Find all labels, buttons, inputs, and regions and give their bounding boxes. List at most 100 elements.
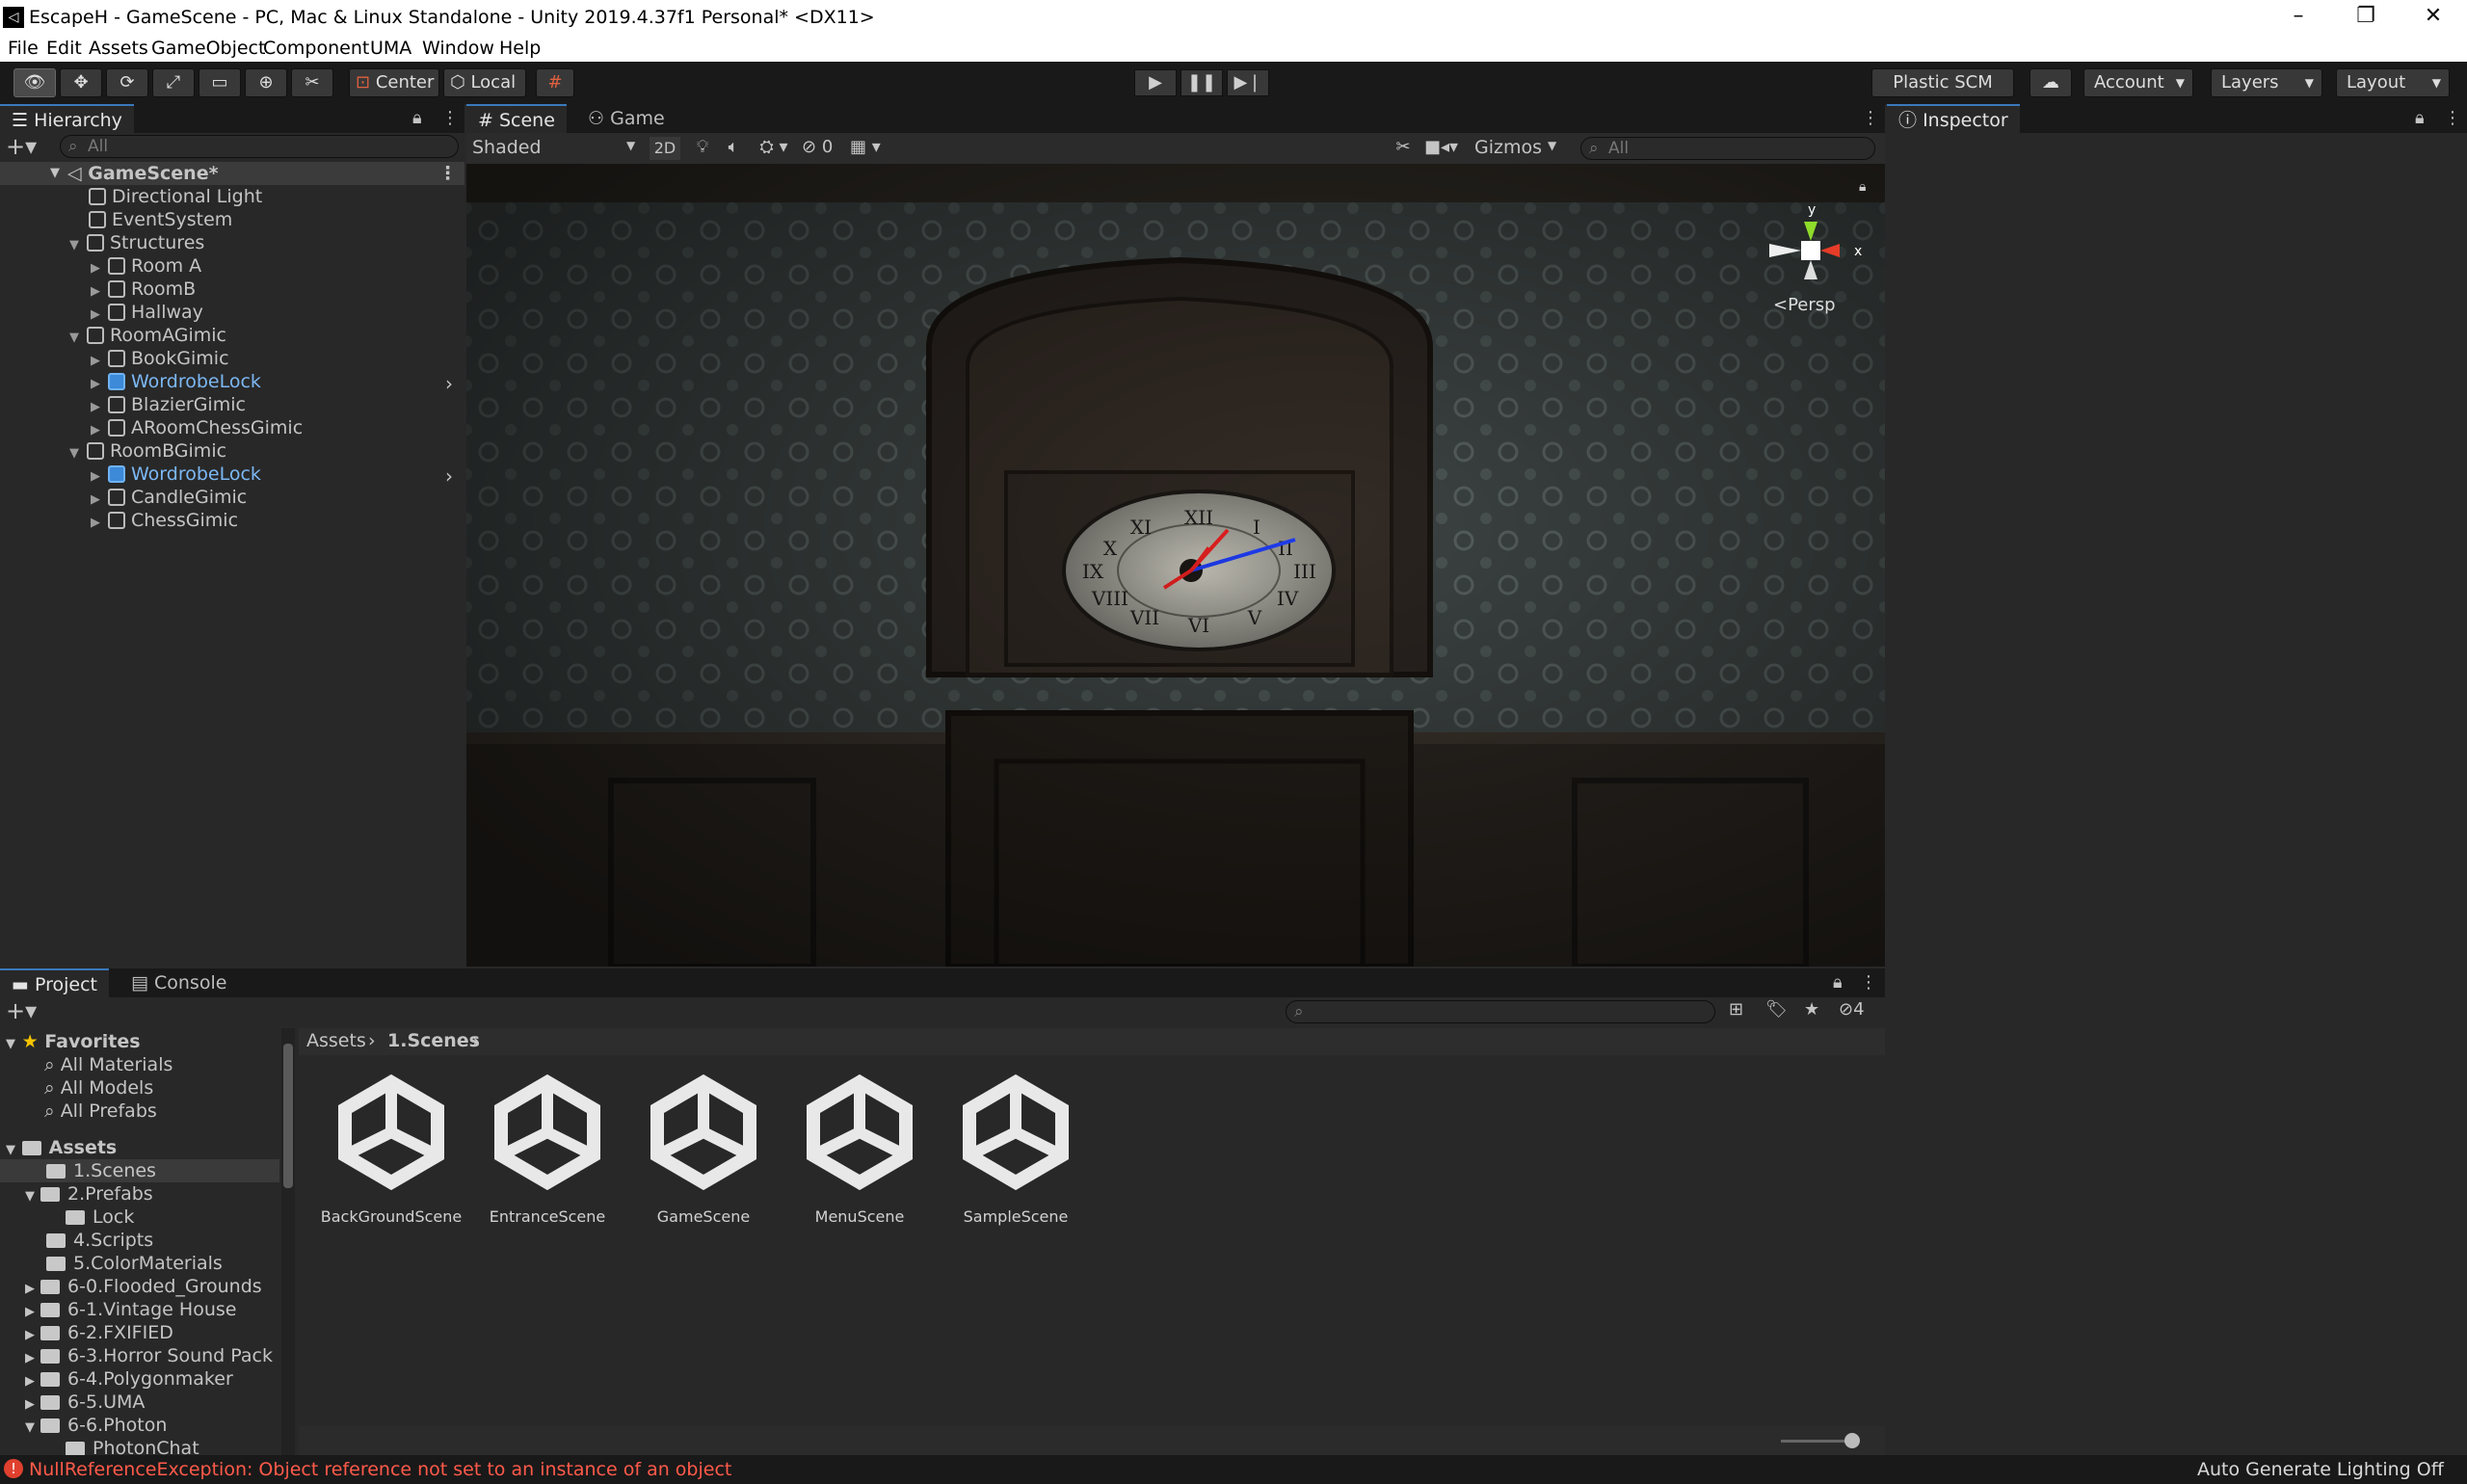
- lighting-toggle-button[interactable]: 💡︎: [688, 137, 717, 160]
- lock-icon[interactable]: 🔒︎: [1859, 179, 1866, 195]
- scale-tool-button[interactable]: ⤢: [152, 68, 195, 97]
- menu-assets[interactable]: Assets: [89, 38, 148, 59]
- gizmos-dropdown[interactable]: Gizmos ▼: [1474, 137, 1571, 160]
- cloud-button[interactable]: ☁: [2029, 68, 2072, 97]
- more-icon[interactable]: ⋮: [2444, 108, 2461, 128]
- folder-row[interactable]: PhotonChat: [66, 1437, 199, 1455]
- tab-hierarchy[interactable]: ☰ Hierarchy: [0, 104, 134, 133]
- breadcrumb-assets[interactable]: Assets: [306, 1030, 366, 1051]
- more-icon[interactable]: ⋮: [438, 162, 457, 185]
- folder-row[interactable]: ▼ 6-6.Photon: [25, 1414, 167, 1437]
- prefab-open-arrow-icon[interactable]: ›: [445, 372, 453, 395]
- folder-row[interactable]: ▶ 6-2.FXIFIED: [25, 1321, 173, 1344]
- pivot-mode-button[interactable]: ⊡ Center: [349, 68, 439, 97]
- step-button[interactable]: ▶❘: [1227, 69, 1269, 96]
- hierarchy-item[interactable]: Directional Light: [89, 185, 262, 208]
- prefab-open-arrow-icon[interactable]: ›: [445, 464, 453, 488]
- menu-uma[interactable]: UMA: [370, 38, 411, 59]
- rotate-tool-button[interactable]: ⟳: [106, 68, 148, 97]
- hierarchy-item-prefab[interactable]: ▶ WordrobeLock: [91, 463, 261, 486]
- breadcrumb-current[interactable]: 1.Scenes: [387, 1030, 480, 1051]
- custom-tool-button[interactable]: ✂: [291, 68, 333, 97]
- account-dropdown[interactable]: Account ▼: [2083, 68, 2193, 97]
- folder-row-selected[interactable]: 1.Scenes: [0, 1159, 279, 1182]
- assets-root-row[interactable]: ▼ Assets: [6, 1136, 117, 1159]
- status-error-message[interactable]: NullReferenceException: Object reference…: [29, 1459, 731, 1480]
- lock-icon[interactable]: 🔒︎: [412, 108, 422, 128]
- plastic-scm-button[interactable]: Plastic SCM: [1871, 68, 2014, 97]
- camera-dropdown[interactable]: ■◂▾: [1424, 137, 1467, 160]
- transform-tool-button[interactable]: ⊕: [245, 68, 287, 97]
- tab-scene[interactable]: # Scene: [466, 104, 567, 133]
- create-plus-button[interactable]: +▾: [6, 133, 37, 160]
- folder-row[interactable]: ▶ 6-4.Polygonmaker: [25, 1367, 233, 1391]
- layers-dropdown[interactable]: Layers ▼: [2211, 68, 2322, 97]
- menu-edit[interactable]: Edit: [46, 38, 82, 59]
- more-icon[interactable]: ⋮: [1862, 108, 1879, 128]
- hierarchy-item[interactable]: ▶ CandleGimic: [91, 486, 247, 509]
- effects-dropdown[interactable]: ⛭ ▾: [750, 137, 798, 160]
- folder-row[interactable]: ▶ 6-5.UMA: [25, 1391, 145, 1414]
- filter-label-icon[interactable]: 🏷︎: [1765, 999, 1788, 1020]
- rect-tool-button[interactable]: ▭: [199, 68, 241, 97]
- 2d-toggle-button[interactable]: 2D: [650, 137, 680, 160]
- lock-icon[interactable]: 🔒︎: [2415, 108, 2425, 128]
- hierarchy-search-input[interactable]: All ⌕: [60, 135, 459, 158]
- pause-button[interactable]: ❚❚: [1180, 69, 1223, 96]
- audio-toggle-button[interactable]: 🔈︎: [719, 137, 748, 160]
- shading-mode-dropdown[interactable]: Shaded ▼: [472, 137, 646, 160]
- view-tool-button[interactable]: 👁: [13, 68, 56, 97]
- tab-inspector[interactable]: ⓘ Inspector: [1887, 104, 2020, 133]
- scene-search-input[interactable]: All ⌕: [1580, 137, 1875, 160]
- menu-help[interactable]: Help: [499, 38, 541, 59]
- snap-button[interactable]: #: [536, 68, 574, 97]
- tree-scrollbar[interactable]: [281, 1028, 295, 1455]
- hierarchy-item[interactable]: ▶ Room A: [91, 254, 201, 278]
- icon-size-slider[interactable]: [1781, 1440, 1854, 1443]
- project-search-input[interactable]: ⌕: [1286, 1000, 1715, 1023]
- favorite-item[interactable]: ⌕ All Models: [44, 1076, 153, 1100]
- scrollbar-thumb[interactable]: [283, 1044, 293, 1188]
- folder-row[interactable]: ▼ 2.Prefabs: [25, 1182, 153, 1206]
- hierarchy-item[interactable]: ▶ RoomB: [91, 278, 196, 301]
- lighting-status[interactable]: Auto Generate Lighting Off: [2197, 1459, 2444, 1480]
- grid-visibility-dropdown[interactable]: ▦ ▾: [850, 137, 908, 160]
- menu-gameobject[interactable]: GameObject: [151, 38, 265, 59]
- filter-type-icon[interactable]: ⊞: [1729, 999, 1743, 1020]
- hierarchy-item[interactable]: ▼ RoomBGimic: [69, 439, 226, 463]
- move-tool-button[interactable]: ✥: [60, 68, 102, 97]
- more-icon[interactable]: ⋮: [441, 108, 459, 128]
- close-button[interactable]: ✕: [2400, 0, 2467, 35]
- scene-tools-button[interactable]: ✂: [1390, 137, 1417, 160]
- hidden-objects-toggle[interactable]: ⊘ 0: [802, 137, 846, 160]
- hierarchy-item[interactable]: ▶ BookGimic: [91, 347, 229, 370]
- hidden-packages-toggle[interactable]: ⊘4: [1839, 999, 1865, 1020]
- favorite-item[interactable]: ⌕ All Prefabs: [44, 1100, 157, 1123]
- restore-button[interactable]: ❐: [2332, 0, 2400, 35]
- menu-window[interactable]: Window: [422, 38, 494, 59]
- hierarchy-item[interactable]: ▶ ChessGimic: [91, 509, 238, 532]
- menu-component[interactable]: Component: [263, 38, 369, 59]
- hierarchy-item[interactable]: ▶ BlazierGimic: [91, 393, 246, 416]
- hierarchy-item[interactable]: ▶ ARoomChessGimic: [91, 416, 303, 439]
- folder-row[interactable]: Lock: [66, 1206, 134, 1229]
- tab-project[interactable]: ▬ Project: [0, 968, 110, 997]
- hierarchy-item[interactable]: ▼ RoomAGimic: [69, 324, 226, 347]
- pivot-rotation-button[interactable]: ⬡ Local: [443, 68, 526, 97]
- hierarchy-item-prefab[interactable]: ▶ WordrobeLock: [91, 370, 261, 393]
- more-icon[interactable]: ⋮: [1860, 972, 1877, 993]
- favorite-item[interactable]: ⌕ All Materials: [44, 1053, 172, 1076]
- menu-file[interactable]: File: [8, 38, 39, 59]
- folder-row[interactable]: 5.ColorMaterials: [46, 1252, 223, 1275]
- minimize-button[interactable]: –: [2265, 0, 2332, 35]
- create-plus-button[interactable]: +▾: [6, 997, 37, 1024]
- folder-row[interactable]: ▶ 6-1.Vintage House: [25, 1298, 236, 1321]
- folder-row[interactable]: 4.Scripts: [46, 1229, 153, 1252]
- scene-root-row[interactable]: ▼ ◁ GameScene* ⋮: [0, 162, 464, 185]
- play-button[interactable]: ▶: [1134, 69, 1177, 96]
- perspective-toggle[interactable]: <Persp: [1773, 295, 1836, 315]
- lock-icon[interactable]: 🔒︎: [1833, 972, 1843, 993]
- tab-game[interactable]: ⚇ Game: [576, 104, 676, 133]
- folder-row[interactable]: ▶ 6-0.Flooded_Grounds: [25, 1275, 262, 1298]
- layout-dropdown[interactable]: Layout ▼: [2336, 68, 2450, 97]
